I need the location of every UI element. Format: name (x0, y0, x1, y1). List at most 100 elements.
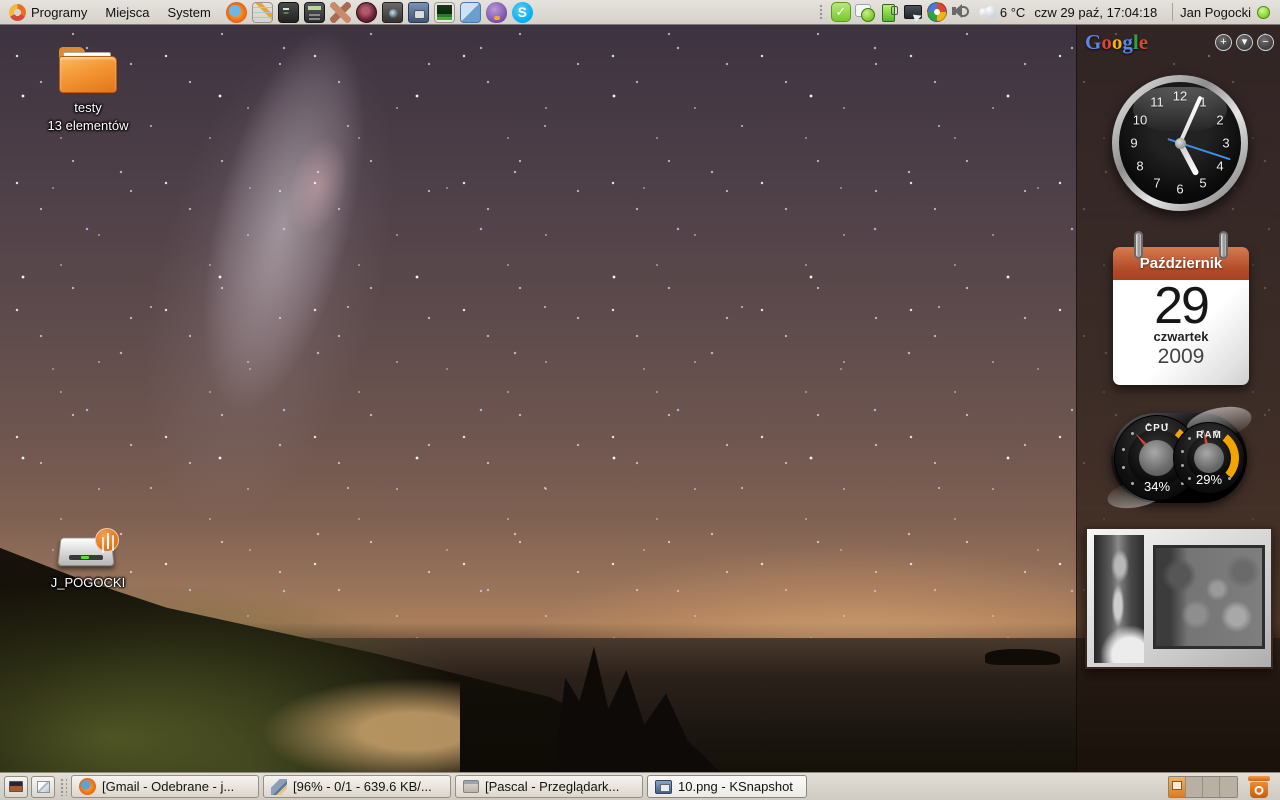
system-monitor-launcher-icon[interactable] (434, 2, 455, 23)
grass-decoration (0, 587, 460, 772)
menu-miejsca[interactable]: Miejsca (96, 0, 158, 24)
updates-ok-tray-icon[interactable]: ✓ (831, 2, 851, 22)
menu-system-label: System (167, 5, 210, 20)
task-button-ksnapshot[interactable]: 10.png - KSnapshot (647, 775, 807, 798)
ram-gauge-hub (1194, 443, 1224, 473)
virtualbox-launcher-icon[interactable] (460, 2, 481, 23)
task-button-gmail[interactable]: [Gmail - Odebrane - j... (71, 775, 259, 798)
desktop-wallpaper: testy 13 elementów J_POGOCKI Google + ▾ … (0, 25, 1280, 772)
clock-number: 5 (1199, 176, 1206, 191)
ubuntu-logo-icon (9, 4, 26, 21)
google-desktop-tray-icon[interactable] (927, 2, 947, 22)
screenshot-launcher-icon[interactable] (408, 2, 429, 23)
task-title: 10.png - KSnapshot (678, 779, 793, 794)
sidebar-add-button[interactable]: + (1215, 34, 1232, 51)
clock-minute-hand (1178, 96, 1202, 144)
desktop-icon-testy[interactable]: testy 13 elementów (26, 47, 150, 134)
clock-number: 9 (1130, 136, 1137, 151)
clock-hub (1175, 138, 1186, 149)
menu-system[interactable]: System (158, 0, 219, 24)
download-manager-icon (271, 779, 287, 795)
google-logo-letter: g (1122, 30, 1133, 54)
clock-number: 3 (1222, 136, 1229, 151)
workspace-switcher (1168, 776, 1238, 798)
workspace-2[interactable] (1186, 777, 1203, 797)
clock-number: 2 (1216, 113, 1223, 128)
rock-right-decoration (985, 649, 1060, 665)
ram-gauge: RAM 29% (1173, 422, 1245, 494)
volume-waves-icon (962, 6, 969, 17)
clock-number: 1 (1199, 95, 1206, 110)
messaging-tray-icon[interactable] (855, 2, 875, 22)
weather-applet[interactable]: 6 °C (977, 5, 1025, 20)
skype-launcher-icon[interactable]: S (512, 2, 533, 23)
panel-clock[interactable]: czw 29 paź, 17:04:18 (1034, 5, 1157, 20)
cloud-icon (977, 6, 997, 18)
terminal-launcher-icon[interactable] (278, 2, 299, 23)
user-switcher[interactable]: Jan Pogocki (1180, 5, 1274, 20)
show-desktop-icon (9, 781, 23, 792)
google-logo-letter: G (1085, 30, 1101, 54)
task-title: [Gmail - Odebrane - j... (102, 779, 234, 794)
calendar-year-label: 2009 (1113, 345, 1249, 369)
system-meters-gadget[interactable]: CPU 34% RAM 29% (1111, 413, 1247, 503)
usb-badge-icon (95, 528, 119, 552)
clock-number: 10 (1133, 113, 1147, 128)
text-editor-launcher-icon[interactable] (252, 2, 273, 23)
clock-face: 12 1 2 3 4 5 6 7 8 9 10 11 (1119, 82, 1241, 204)
ksnapshot-icon (655, 780, 672, 794)
firefox-launcher-icon[interactable] (226, 2, 247, 23)
clock-number: 11 (1150, 95, 1164, 110)
window-list-drag-handle[interactable] (60, 778, 67, 796)
clock-number: 4 (1216, 159, 1223, 174)
tray-drag-handle[interactable] (819, 4, 825, 20)
sidebar-header: Google + ▾ − (1077, 25, 1280, 55)
calendar-weekday-label: czwartek (1113, 329, 1249, 344)
volume-tray-icon[interactable] (951, 2, 971, 22)
google-desktop-sidebar: Google + ▾ − 12 1 2 3 4 5 6 7 8 (1076, 25, 1280, 772)
task-title: [96% - 0/1 - 639.6 KB/... (293, 779, 432, 794)
user-status-icon (1257, 6, 1270, 19)
photo-statue (1094, 535, 1144, 663)
google-logo-letter: o (1112, 30, 1123, 54)
task-button-download[interactable]: [96% - 0/1 - 639.6 KB/... (263, 775, 451, 798)
photo-frame-gadget[interactable] (1085, 527, 1273, 669)
network-tray-icon[interactable] (903, 2, 923, 22)
calculator-launcher-icon[interactable] (304, 2, 325, 23)
calendar-gadget[interactable]: Październik 29 czwartek 2009 (1113, 247, 1249, 385)
menu-miejsca-label: Miejsca (105, 5, 149, 20)
clock-gadget[interactable]: 12 1 2 3 4 5 6 7 8 9 10 11 (1112, 75, 1248, 211)
bandage-launcher-icon[interactable] (330, 2, 351, 23)
clock-number: 12 (1173, 89, 1187, 104)
show-desktop-button[interactable] (4, 776, 28, 798)
webcam-launcher-icon[interactable] (356, 2, 377, 23)
google-logo: Google (1085, 30, 1148, 55)
clock-number: 6 (1176, 182, 1183, 197)
removable-drive-icon (57, 528, 119, 570)
menu-programy[interactable]: Programy (0, 0, 96, 24)
google-logo-letter: o (1101, 30, 1112, 54)
workspace-1[interactable] (1169, 777, 1186, 797)
ram-value: 29% (1174, 472, 1244, 487)
pidgin-launcher-icon[interactable] (486, 2, 507, 23)
camera-launcher-icon[interactable] (382, 2, 403, 23)
sidebar-options-button[interactable]: ▾ (1236, 34, 1253, 51)
window-selector-button[interactable] (31, 776, 55, 798)
workspace-4[interactable] (1220, 777, 1237, 797)
task-button-pascal[interactable]: [Pascal - Przeglądark... (455, 775, 643, 798)
desktop-icon-jpogocki[interactable]: J_POGOCKI (26, 528, 150, 592)
desktop-icon-testy-label: testy (26, 99, 150, 117)
screen: Programy Miejsca System S (0, 0, 1280, 800)
clock-number: 7 (1153, 176, 1160, 191)
calendar-day-label: 29 (1113, 280, 1249, 333)
trash-icon[interactable] (1248, 775, 1270, 799)
folder-icon (59, 47, 117, 93)
battery-tray-icon[interactable] (879, 2, 899, 22)
workspace-3[interactable] (1203, 777, 1220, 797)
task-title: [Pascal - Przeglądark... (485, 779, 619, 794)
top-panel: Programy Miejsca System S (0, 0, 1280, 25)
google-logo-letter: e (1139, 30, 1148, 54)
menu-programy-label: Programy (31, 5, 87, 20)
ram-label: RAM (1174, 430, 1244, 441)
sidebar-minimize-button[interactable]: − (1257, 34, 1274, 51)
